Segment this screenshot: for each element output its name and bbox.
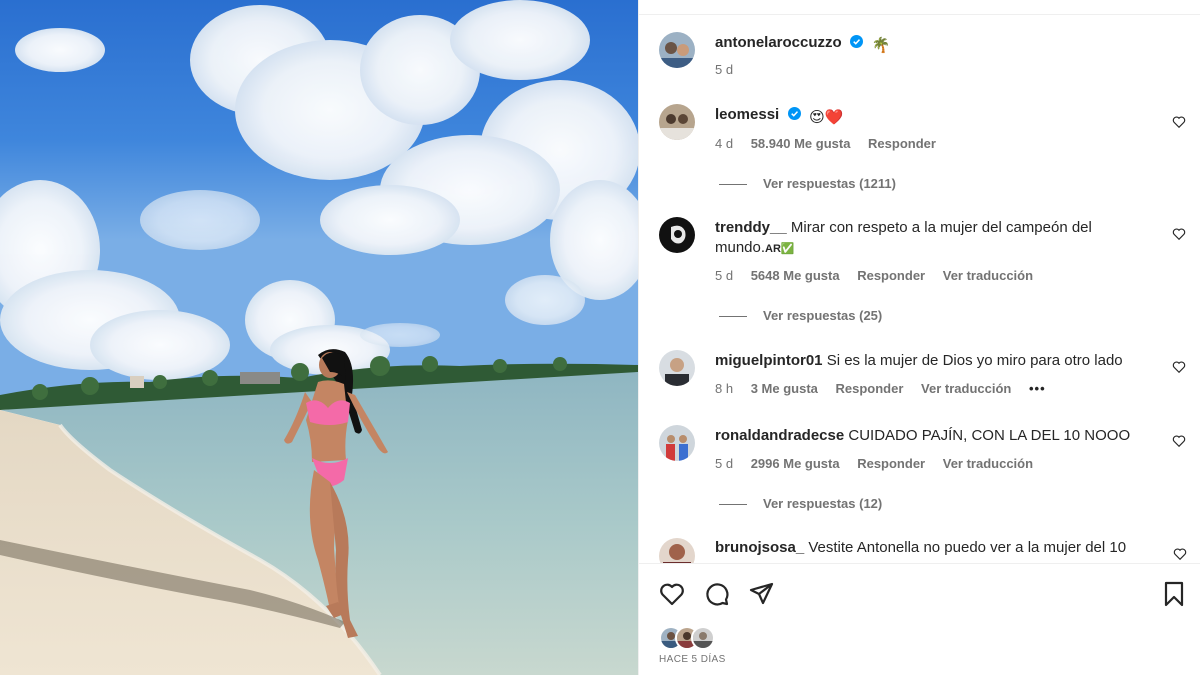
comment-ronaldandradecse: ronaldandradecse CUIDADO PAJÍN, CON LA D… (715, 426, 1155, 446)
view-replies-button[interactable]: Ver respuestas (25) (719, 308, 882, 323)
comment-meta: 5 d 2996 Me gusta Responder Ver traducci… (715, 456, 1047, 471)
bookmark-icon[interactable] (1160, 580, 1188, 608)
like-comment-heart-icon[interactable] (1173, 547, 1187, 561)
comment-time: 5 d (715, 456, 734, 471)
comment-likes[interactable]: 5648 Me gusta (751, 268, 840, 283)
comment-avatar-ronaldandradecse[interactable] (659, 425, 695, 461)
like-comment-heart-icon[interactable] (1172, 434, 1186, 448)
replies-dash (719, 316, 747, 318)
comment-username[interactable]: ronaldandradecse (715, 427, 844, 444)
translate-button[interactable]: Ver traducción (943, 268, 1033, 283)
comment-avatar-miguelpintor01[interactable] (659, 350, 695, 386)
comment-bubble-icon[interactable] (703, 580, 731, 608)
comment-time: 8 h (715, 381, 734, 396)
comment-text-line2: mundo. (715, 239, 766, 256)
reply-button[interactable]: Responder (857, 268, 925, 283)
comment-avatar-trenddy[interactable] (659, 217, 695, 253)
post-timestamp[interactable]: HACE 5 DÍAS (659, 654, 726, 665)
comment-text: CUIDADO PAJÍN, CON LA DEL 10 NOOO (848, 427, 1131, 444)
translate-button[interactable]: Ver traducción (943, 456, 1033, 471)
comment-text: Si es la mujer de Dios yo miro para otro… (826, 352, 1123, 369)
comment-avatar-brunojsosa[interactable] (659, 538, 695, 563)
comment-brunojsosa: brunojsosa_ Vestite Antonella no puedo v… (715, 538, 1155, 558)
view-replies-label: Ver respuestas (25) (763, 308, 883, 323)
comment-miguelpintor01: miguelpintor01 Si es la mujer de Dios yo… (715, 351, 1155, 371)
reply-button[interactable]: Responder (836, 381, 904, 396)
comment-username[interactable]: miguelpintor01 (715, 352, 823, 369)
comment-text: Vestite Antonella no puedo ver a la muje… (808, 539, 1127, 556)
comment-text: Mirar con respeto a la mujer del campeón… (790, 219, 1092, 236)
post-author-username[interactable]: antonelaroccuzzo (715, 34, 842, 51)
comment-leomessi: leomessi 😍❤️ (715, 106, 1155, 128)
liker-avatar (691, 626, 715, 650)
verified-badge-icon (787, 107, 801, 120)
like-comment-heart-icon[interactable] (1172, 360, 1186, 374)
comment-emoji: 😍❤️ (809, 109, 844, 126)
comment-meta: 4 d 58.940 Me gusta Responder (715, 136, 950, 151)
top-divider (639, 14, 1200, 15)
verified-badge-icon (850, 35, 864, 48)
view-replies-button[interactable]: Ver respuestas (1211) (719, 176, 896, 191)
reply-button[interactable]: Responder (857, 456, 925, 471)
post-side-panel: antonelaroccuzzo 🌴 5 d leomessi 😍❤️ 4 d … (638, 0, 1200, 675)
author-avatar[interactable] (659, 32, 695, 68)
paper-plane-icon[interactable] (748, 580, 776, 608)
view-replies-label: Ver respuestas (1211) (763, 176, 896, 191)
post-author-row: antonelaroccuzzo 🌴 (715, 34, 890, 54)
actions-divider (639, 563, 1200, 564)
more-options-icon[interactable]: ••• (1029, 381, 1046, 396)
comment-username[interactable]: brunojsosa_ (715, 539, 804, 556)
comment-avatar-leomessi[interactable] (659, 104, 695, 140)
like-comment-heart-icon[interactable] (1172, 115, 1186, 129)
heart-icon[interactable] (658, 580, 686, 608)
comment-time: 5 d (715, 268, 734, 283)
comment-trenddy: trenddy__ Mirar con respeto a la mujer d… (715, 218, 1155, 259)
reply-button[interactable]: Responder (868, 136, 936, 151)
replies-dash (719, 504, 747, 506)
post-photo[interactable] (0, 0, 638, 675)
comment-likes[interactable]: 58.940 Me gusta (751, 136, 851, 151)
post-time: 5 d (715, 62, 747, 77)
comment-time: 4 d (715, 136, 734, 151)
beach-photo-image (0, 0, 638, 675)
post-caption-emoji: 🌴 (871, 37, 891, 54)
comment-meta: 5 d 5648 Me gusta Responder Ver traducci… (715, 268, 1047, 283)
comment-username[interactable]: leomessi (715, 106, 779, 123)
comment-username[interactable]: trenddy__ (715, 219, 787, 236)
translate-button[interactable]: Ver traducción (921, 381, 1011, 396)
like-comment-heart-icon[interactable] (1172, 227, 1186, 241)
replies-dash (719, 184, 747, 186)
ar-flag-text: AR✅ (765, 243, 795, 255)
comment-likes[interactable]: 2996 Me gusta (751, 456, 840, 471)
view-replies-label: Ver respuestas (12) (763, 496, 883, 511)
comment-clip-area: brunojsosa_ Vestite Antonella no puedo v… (639, 530, 1200, 563)
post-time-text[interactable]: 5 d (715, 62, 733, 77)
comment-meta: 8 h 3 Me gusta Responder Ver traducción … (715, 381, 1060, 396)
view-replies-button[interactable]: Ver respuestas (12) (719, 496, 882, 511)
comment-likes[interactable]: 3 Me gusta (751, 381, 818, 396)
